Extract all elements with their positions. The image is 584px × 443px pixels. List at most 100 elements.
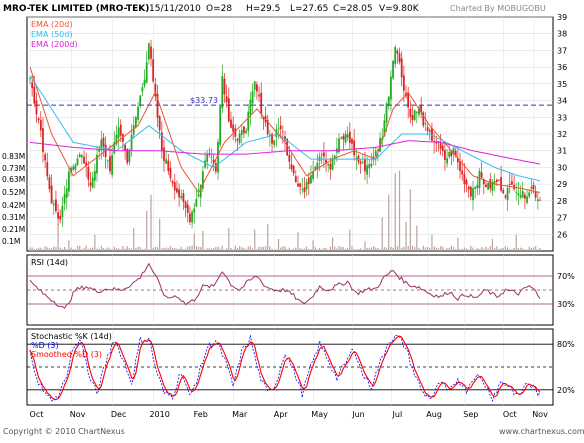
- rsi-tick-label: 30%: [557, 300, 575, 309]
- volume-bar: [102, 247, 105, 251]
- candle-body: [87, 166, 90, 180]
- candle-body: [169, 168, 172, 179]
- volume-bar: [98, 248, 100, 251]
- price-tick-label: 35: [557, 80, 567, 89]
- volume-bar: [48, 248, 51, 251]
- volume-bar: [398, 170, 401, 251]
- candle-body: [74, 164, 77, 170]
- volume-bar: [115, 248, 118, 251]
- candle-body: [273, 140, 276, 145]
- volume-bar: [470, 245, 472, 251]
- volume-bar: [331, 237, 334, 251]
- legend-stoch-k: Stochastic %K (14d): [31, 332, 112, 341]
- volume-bar: [360, 248, 362, 251]
- volume-bar: [306, 246, 308, 251]
- volume-bar: [74, 249, 76, 251]
- volume-bar: [457, 237, 459, 251]
- legend-stoch-smoothed: Smoothed %D (3): [31, 350, 102, 359]
- candle-body: [42, 128, 44, 153]
- candle-body: [506, 187, 509, 200]
- volume-bar: [349, 229, 351, 251]
- volume-bar: [375, 247, 377, 251]
- header-low: L=27.65: [290, 4, 328, 14]
- volume-bar: [478, 248, 481, 251]
- candle-body: [385, 103, 388, 123]
- volume-bar: [182, 249, 185, 251]
- volume-bar: [465, 248, 468, 251]
- candle-body: [158, 116, 161, 131]
- volume-tick-label: 0.1M: [2, 237, 20, 246]
- volume-bar: [161, 248, 163, 251]
- candle-body: [487, 182, 490, 190]
- candle-body: [197, 194, 200, 197]
- volume-bar: [57, 224, 59, 251]
- candle-body: [109, 156, 111, 172]
- volume-bar: [118, 248, 120, 251]
- volume-bar: [70, 247, 72, 251]
- candle-body: [35, 100, 38, 115]
- volume-bar: [351, 246, 353, 251]
- candle-body: [441, 145, 444, 152]
- volume-bar: [431, 234, 433, 251]
- legend-ema20: EMA (20d): [31, 20, 72, 29]
- candle-body: [258, 94, 260, 97]
- candle-body: [63, 193, 66, 204]
- volume-bar: [232, 249, 234, 251]
- volume-bar: [288, 247, 290, 251]
- candle-body: [461, 170, 464, 175]
- volume-bar: [66, 249, 68, 251]
- candle-body: [327, 164, 330, 166]
- volume-bar: [308, 249, 310, 251]
- candle-body: [152, 59, 155, 82]
- volume-bar: [323, 247, 325, 251]
- price-tick-label: 27: [557, 214, 567, 223]
- candle-body: [178, 189, 181, 198]
- chart-canvas: MRO-TEK LIMITED (MRO-TEK) 15/11/2010 O=2…: [2, 4, 584, 436]
- volume-bar: [301, 248, 303, 251]
- candle-body: [44, 154, 47, 161]
- volume-bar: [280, 247, 282, 251]
- candle-body: [310, 175, 312, 184]
- candle-body: [366, 165, 369, 175]
- price-tick-label: 34: [557, 97, 567, 106]
- candle-body: [89, 182, 92, 186]
- candle-body: [396, 50, 399, 54]
- candle-body: [329, 163, 332, 170]
- price-tick-label: 26: [557, 230, 567, 239]
- footer-website: www.chartnexus.com: [499, 427, 584, 436]
- candle-body: [413, 110, 416, 120]
- candle-body: [52, 203, 55, 206]
- candle-body: [236, 139, 239, 141]
- candle-body: [515, 191, 518, 193]
- candle-body: [342, 135, 345, 140]
- candle-body: [500, 177, 503, 191]
- volume-bar: [293, 248, 295, 251]
- volume-bar: [396, 246, 398, 251]
- month-tick-label: Sep: [463, 410, 478, 419]
- candle-body: [359, 161, 362, 164]
- candle-body: [249, 99, 252, 115]
- candle-body: [281, 131, 284, 133]
- candle-body: [46, 162, 49, 177]
- candle-body: [124, 144, 126, 151]
- candle-body: [243, 126, 245, 134]
- volume-bar: [452, 247, 455, 251]
- volume-bar: [53, 246, 55, 251]
- candle-body: [251, 90, 254, 104]
- candle-body: [387, 96, 390, 106]
- volume-bar: [219, 248, 221, 251]
- volume-bar: [187, 246, 189, 251]
- month-tick-label: 2010: [149, 410, 169, 419]
- volume-bar: [135, 248, 137, 251]
- volume-bar: [150, 194, 152, 251]
- volume-bar: [357, 248, 360, 251]
- candle-body: [305, 181, 308, 190]
- candle-body: [173, 182, 176, 191]
- volume-bar: [42, 249, 44, 251]
- candle-body: [219, 106, 222, 145]
- volume-bar: [286, 249, 288, 251]
- volume-bar: [195, 246, 197, 251]
- volume-bar: [100, 245, 102, 251]
- volume-bar: [364, 241, 366, 251]
- volume-bar: [483, 248, 485, 251]
